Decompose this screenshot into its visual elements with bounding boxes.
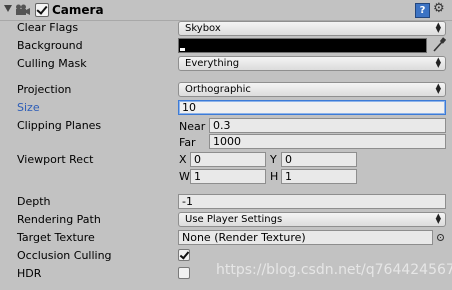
occlusion-culling-label: Occlusion Culling: [17, 249, 112, 262]
viewport-w-label: W: [179, 170, 190, 183]
viewport-x-label: X: [179, 153, 187, 166]
viewport-rect-label: Viewport Rect: [17, 153, 94, 166]
background-color-field[interactable]: [178, 38, 427, 53]
far-label: Far: [179, 136, 196, 149]
rendering-path-value: Use Player Settings: [185, 214, 283, 225]
clipping-planes-label: Clipping Planes: [17, 119, 102, 132]
culling-mask-label: Culling Mask: [17, 57, 87, 70]
chevron-updown-icon: ▲ ▼: [435, 82, 441, 95]
hdr-label: HDR: [17, 267, 42, 280]
alpha-bar: [180, 48, 185, 51]
help-book-icon[interactable]: ?: [415, 3, 430, 18]
chevron-updown-icon: ▲ ▼: [435, 21, 441, 34]
target-texture-field[interactable]: None (Render Texture): [178, 230, 433, 245]
clear-flags-label: Clear Flags: [17, 21, 79, 34]
occlusion-culling-checkbox[interactable]: [178, 249, 190, 261]
depth-label: Depth: [17, 195, 51, 208]
culling-mask-dropdown[interactable]: Everything ▲ ▼: [178, 56, 446, 71]
background-label: Background: [17, 39, 83, 52]
projection-dropdown[interactable]: Orthographic ▲ ▼: [178, 82, 446, 97]
projection-label: Projection: [17, 83, 72, 96]
size-input[interactable]: 10: [178, 100, 446, 115]
rendering-path-label: Rendering Path: [17, 213, 101, 226]
near-input[interactable]: 0.3: [209, 118, 446, 133]
viewport-y-input[interactable]: 0: [281, 152, 357, 167]
component-title: Camera: [52, 3, 104, 17]
projection-value: Orthographic: [185, 84, 251, 95]
chevron-updown-icon: ▲ ▼: [435, 212, 441, 225]
viewport-h-label: H: [270, 170, 279, 183]
viewport-x-input[interactable]: 0: [190, 152, 266, 167]
chevron-updown-icon: ▲ ▼: [435, 56, 441, 69]
far-input[interactable]: 1000: [209, 134, 446, 149]
viewport-w-input[interactable]: 1: [190, 169, 266, 184]
size-label: Size: [17, 101, 40, 114]
viewport-y-label: Y: [270, 153, 277, 166]
eyedropper-icon[interactable]: [432, 37, 446, 53]
watermark-text: https://blog.csdn.net/q764424567: [216, 262, 452, 278]
depth-input[interactable]: -1: [178, 194, 446, 209]
rendering-path-dropdown[interactable]: Use Player Settings ▲ ▼: [178, 212, 446, 227]
foldout-triangle-icon[interactable]: [4, 5, 12, 12]
target-texture-label: Target Texture: [17, 231, 95, 244]
component-enabled-checkbox[interactable]: [35, 3, 49, 17]
culling-mask-value: Everything: [185, 58, 240, 69]
viewport-h-input[interactable]: 1: [281, 169, 357, 184]
gear-icon[interactable]: ⚙: [433, 2, 445, 16]
camera-icon: [16, 4, 30, 15]
hdr-checkbox[interactable]: [178, 267, 190, 279]
object-picker-icon[interactable]: [437, 234, 444, 241]
near-label: Near: [179, 120, 206, 133]
clear-flags-dropdown[interactable]: Skybox ▲ ▼: [178, 21, 446, 36]
clear-flags-value: Skybox: [185, 23, 221, 34]
